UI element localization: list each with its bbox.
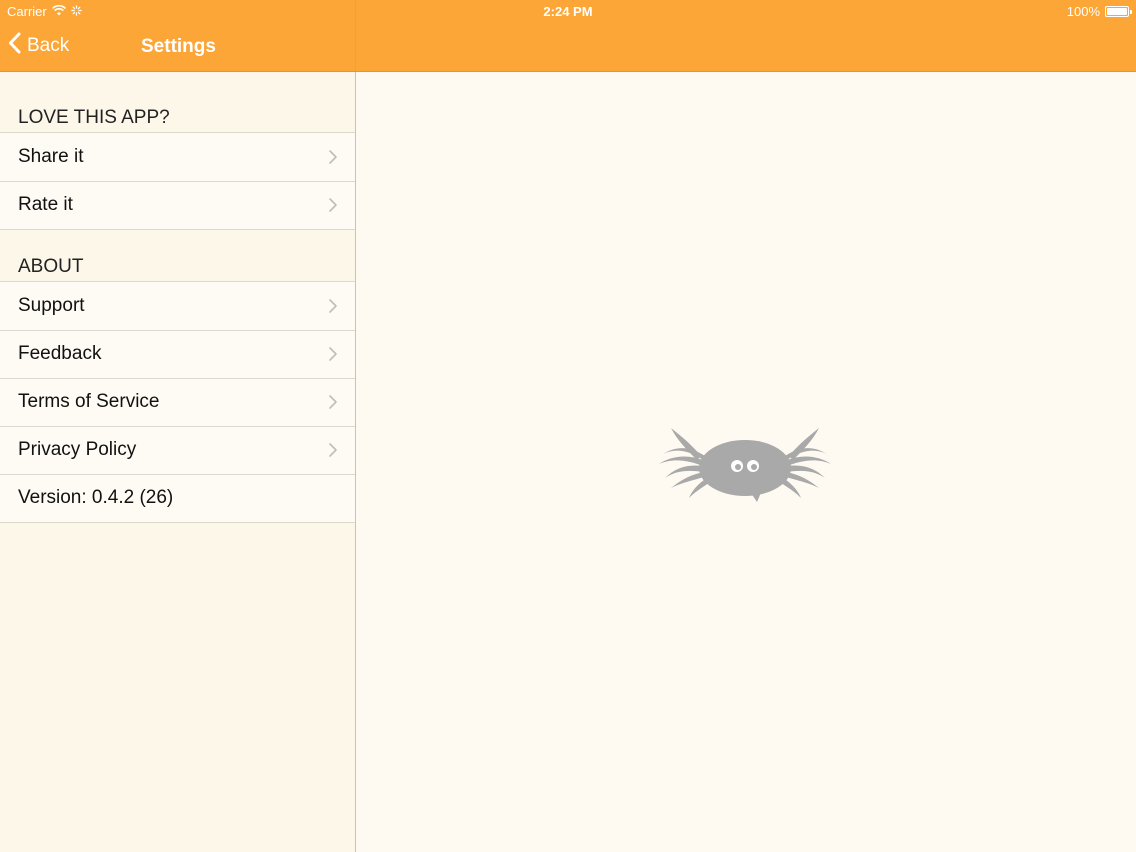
- back-label: Back: [27, 35, 70, 56]
- support-row[interactable]: Support: [0, 282, 355, 330]
- nav-title: Settings: [141, 36, 216, 57]
- activity-spinner-icon: [70, 4, 82, 19]
- rate-it-row[interactable]: Rate it: [0, 181, 355, 229]
- back-button[interactable]: Back: [8, 32, 69, 60]
- share-it-label: Share it: [18, 146, 84, 167]
- status-bar-right: 100%: [1066, 4, 1132, 19]
- terms-of-service-row[interactable]: Terms of Service: [0, 378, 355, 426]
- chevron-right-icon: [329, 198, 337, 212]
- terms-of-service-label: Terms of Service: [18, 391, 160, 412]
- chevron-right-icon: [329, 150, 337, 164]
- chevron-right-icon: [329, 395, 337, 409]
- share-it-row[interactable]: Share it: [0, 133, 355, 181]
- chevron-left-icon: [8, 32, 21, 60]
- status-bar-left: Carrier: [7, 4, 82, 19]
- feedback-row[interactable]: Feedback: [0, 330, 355, 378]
- chevron-right-icon: [329, 443, 337, 457]
- wifi-icon: [51, 4, 66, 19]
- version-label: Version: 0.4.2 (26): [18, 487, 174, 508]
- support-label: Support: [18, 295, 85, 316]
- chevron-right-icon: [329, 347, 337, 361]
- top-bar: Carrier 2:24 PM 100% Back Settings: [0, 0, 1136, 72]
- privacy-policy-label: Privacy Policy: [18, 439, 137, 460]
- version-row: Version: 0.4.2 (26): [0, 474, 355, 522]
- love-this-app-group: Share it Rate it: [0, 132, 355, 230]
- settings-sidebar: LOVE THIS APP? Share it Rate it ABOUT Su…: [0, 72, 356, 852]
- feedback-label: Feedback: [18, 343, 102, 364]
- settings-screen: Carrier 2:24 PM 100% Back Settings LOVE …: [0, 0, 1136, 852]
- privacy-policy-row[interactable]: Privacy Policy: [0, 426, 355, 474]
- battery-level-fill: [1107, 8, 1127, 15]
- battery-percentage: 100%: [1066, 4, 1100, 19]
- detail-pane: [356, 72, 1136, 852]
- chevron-right-icon: [329, 299, 337, 313]
- rate-it-label: Rate it: [18, 194, 73, 215]
- section-header-about: ABOUT: [18, 256, 84, 277]
- about-group: Support Feedback Terms of Service Privac…: [0, 281, 355, 523]
- section-header-love-this-app: LOVE THIS APP?: [18, 107, 170, 128]
- status-time: 2:24 PM: [543, 4, 593, 19]
- carrier-label: Carrier: [7, 4, 47, 19]
- split-divider-top: [355, 0, 356, 71]
- battery-icon: [1105, 6, 1132, 17]
- mascot-logo-icon: [659, 428, 831, 502]
